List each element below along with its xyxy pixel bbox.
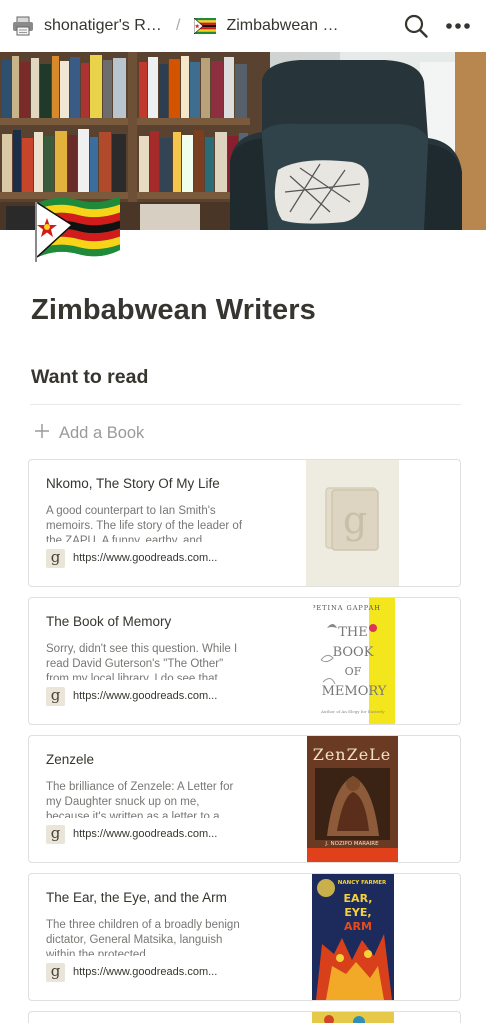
zimbabwe-flag-icon <box>194 15 217 37</box>
book-card[interactable] <box>28 1011 461 1023</box>
breadcrumb-workspace[interactable]: shonatiger's Re... <box>44 17 162 35</box>
svg-text:NANCY FARMER: NANCY FARMER <box>338 880 387 886</box>
book-link[interactable]: g https://www.goodreads.com... <box>46 547 217 569</box>
book-url: https://www.goodreads.com... <box>73 828 218 840</box>
page-title[interactable]: Zimbabwean Writers <box>31 294 316 327</box>
book-card[interactable]: Nkomo, The Story Of My Life A good count… <box>28 459 461 587</box>
breadcrumb-page[interactable]: Zimbabwean W... <box>226 17 344 35</box>
svg-text:ZenZeLe: ZenZeLe <box>313 745 392 764</box>
svg-text:EAR,: EAR, <box>344 892 373 905</box>
book-card[interactable]: The Book of Memory Sorry, didn't see thi… <box>28 597 461 725</box>
svg-text:J. NOZIPO MARAIRE: J. NOZIPO MARAIRE <box>324 841 379 847</box>
book-url: https://www.goodreads.com... <box>73 690 218 702</box>
svg-text:ARM: ARM <box>344 920 372 933</box>
svg-text:THE: THE <box>338 625 368 640</box>
book-card[interactable]: Zenzele The brilliance of Zenzele: A Let… <box>28 735 461 863</box>
book-url: https://www.goodreads.com... <box>73 966 218 978</box>
book-cover: ZenZeLe J. NOZIPO MARAIRE <box>307 736 398 862</box>
goodreads-icon: g <box>46 686 65 706</box>
book-cover: NANCY FARMER EAR, EYE, ARM <box>312 874 394 1000</box>
book-link[interactable]: g https://www.goodreads.com... <box>46 961 217 983</box>
book-card[interactable]: The Ear, the Eye, and the Arm The three … <box>28 873 461 1001</box>
book-thumbnail: g <box>306 460 399 586</box>
zimbabwe-flag-icon[interactable] <box>32 192 124 262</box>
svg-text:EYE,: EYE, <box>344 906 371 919</box>
top-bar: shonatiger's Re... / Zimbabwean W... <box>0 0 486 52</box>
section-title[interactable]: Want to read <box>31 366 148 389</box>
book-link[interactable]: g https://www.goodreads.com... <box>46 823 217 845</box>
breadcrumb-separator: / <box>176 17 181 34</box>
more-icon[interactable] <box>440 8 476 44</box>
svg-text:MEMORY: MEMORY <box>322 684 387 699</box>
book-description: The brilliance of Zenzele: A Letter for … <box>46 781 234 818</box>
book-url: https://www.goodreads.com... <box>73 552 218 564</box>
placeholder-cover-letter: g <box>343 498 367 542</box>
book-description: The three children of a broadly benign d… <box>46 919 240 956</box>
book-title: The Book of Memory <box>46 614 172 629</box>
svg-text:Author of An Elegy for Easterl: Author of An Elegy for Easterly <box>320 709 385 714</box>
book-cover: PETINA GAPPAH THE BOOK OF MEMORY Author … <box>311 598 395 724</box>
book-title: Nkomo, The Story Of My Life <box>46 476 220 491</box>
search-icon[interactable] <box>398 8 434 44</box>
book-title: The Ear, the Eye, and the Arm <box>46 890 227 905</box>
book-description: Sorry, didn't see this question. While I… <box>46 643 238 680</box>
book-link[interactable]: g https://www.goodreads.com... <box>46 685 217 707</box>
add-book-button[interactable]: Add a Book <box>34 420 144 446</box>
printer-icon <box>12 15 34 37</box>
goodreads-icon: g <box>46 824 65 844</box>
book-description: A good counterpart to Ian Smith's memoir… <box>46 505 243 542</box>
goodreads-icon: g <box>46 962 65 982</box>
svg-text:PETINA GAPPAH: PETINA GAPPAH <box>313 604 381 612</box>
add-book-label: Add a Book <box>59 423 145 442</box>
plus-icon <box>34 420 50 444</box>
section-divider <box>30 404 461 405</box>
svg-text:BOOK: BOOK <box>333 645 374 660</box>
book-title: Zenzele <box>46 752 95 767</box>
svg-text:OF: OF <box>345 665 362 678</box>
goodreads-icon: g <box>46 548 65 568</box>
